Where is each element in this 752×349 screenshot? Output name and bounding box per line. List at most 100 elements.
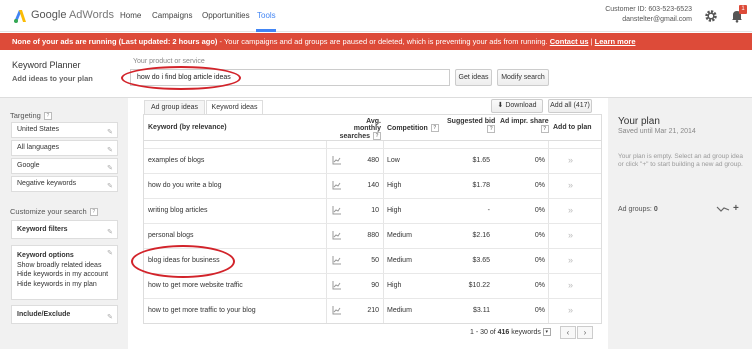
avg-searches: 50	[371, 257, 379, 264]
add-to-plan-icon[interactable]: »	[568, 305, 573, 315]
add-to-plan-icon[interactable]: »	[568, 205, 573, 215]
alert-text: - Your campaigns and ad groups are pause…	[217, 37, 548, 46]
avg-searches: 480	[367, 157, 379, 164]
competition: High	[387, 207, 402, 214]
suggested-bid: $1.78	[472, 182, 490, 189]
prev-page-button[interactable]: ‹	[560, 326, 576, 339]
trend-icon[interactable]	[716, 205, 730, 213]
col-keyword[interactable]: Keyword (by relevance)	[148, 124, 227, 131]
get-ideas-button[interactable]: Get ideas	[455, 69, 492, 86]
pencil-icon[interactable]: ✎	[107, 126, 113, 140]
include-exclude[interactable]: Include/Exclude ✎	[11, 305, 118, 324]
trend-chart-icon[interactable]	[332, 255, 342, 265]
keyword-text[interactable]: how to get more website traffic	[148, 282, 243, 289]
trend-chart-icon[interactable]	[332, 305, 342, 315]
suggested-bid: $2.16	[472, 232, 490, 239]
keyword-text[interactable]: examples of blogs	[148, 157, 204, 164]
gear-icon[interactable]	[704, 9, 718, 23]
tab-keyword-ideas[interactable]: Keyword ideas	[206, 100, 263, 115]
chevron-right-icon: ›	[583, 328, 587, 337]
pencil-icon[interactable]: ✎	[107, 224, 113, 241]
highlight-circle	[131, 245, 235, 278]
help-icon[interactable]: ?	[373, 132, 381, 140]
add-to-plan-icon[interactable]: »	[568, 230, 573, 240]
nav-tools[interactable]: Tools	[257, 11, 276, 20]
help-icon[interactable]: ?	[430, 124, 439, 132]
pencil-icon[interactable]: ✎	[107, 309, 113, 326]
page-title: Keyword Planner	[12, 60, 81, 70]
nav-home[interactable]: Home	[120, 11, 141, 20]
plan-empty-message: Your plan is empty. Select an ad group i…	[618, 153, 744, 168]
table-row: writing blog articles 10 High - 0% »	[144, 198, 601, 223]
download-button[interactable]: ⬇ Download	[491, 99, 543, 113]
add-to-plan-icon[interactable]: »	[568, 155, 573, 165]
ad-impr-share: 0%	[534, 232, 545, 239]
product-label: Your product or service	[133, 58, 205, 65]
trend-chart-icon[interactable]	[332, 230, 342, 240]
add-all-button[interactable]: Add all (417)	[548, 99, 592, 113]
header-divider	[144, 140, 601, 141]
col-add-to-plan: Add to plan	[553, 124, 592, 131]
keyword-text[interactable]: writing blog articles	[148, 207, 208, 214]
help-icon[interactable]: ?	[540, 125, 549, 133]
brand-name: Google AdWords	[31, 9, 114, 21]
nav-opportunities[interactable]: Opportunities	[202, 11, 250, 20]
pencil-icon[interactable]: ✎	[107, 249, 113, 259]
alert-banner: None of your ads are running (Last updat…	[0, 33, 752, 50]
keyword-options[interactable]: Keyword options Show broadly related ide…	[11, 245, 118, 300]
keyword-text[interactable]: how do you write a blog	[148, 182, 222, 189]
adwords-logo-icon	[14, 10, 26, 23]
help-icon[interactable]: ?	[43, 112, 52, 121]
add-to-plan-icon[interactable]: »	[568, 255, 573, 265]
add-to-plan-icon[interactable]: »	[568, 180, 573, 190]
col-suggested-bid[interactable]: Suggested bid?	[447, 118, 496, 133]
keyword-filters[interactable]: Keyword filters ✎	[11, 220, 118, 239]
keyword-options-title: Keyword options	[17, 252, 74, 259]
add-to-plan-icon[interactable]: »	[568, 280, 573, 290]
col-ad-impr-share[interactable]: Ad impr. share?	[500, 118, 549, 133]
ad-impr-share: 0%	[534, 182, 545, 189]
competition: Medium	[387, 307, 412, 314]
competition: Low	[387, 157, 400, 164]
target-language[interactable]: All languages ✎	[11, 140, 118, 156]
keyword-option-item: Show broadly related ideas	[17, 261, 102, 269]
help-icon[interactable]: ?	[89, 208, 98, 217]
plan-panel	[608, 98, 752, 349]
ad-impr-share: 0%	[534, 157, 545, 164]
nav-campaigns[interactable]: Campaigns	[152, 11, 192, 20]
tab-ad-group-ideas[interactable]: Ad group ideas	[144, 100, 205, 115]
next-page-button[interactable]: ›	[577, 326, 593, 339]
learn-more-link[interactable]: Learn more	[595, 37, 636, 46]
trend-chart-icon[interactable]	[332, 280, 342, 290]
pencil-icon[interactable]: ✎	[107, 180, 113, 194]
account-email[interactable]: danstelter@gmail.com	[622, 16, 692, 23]
target-location[interactable]: United States ✎	[11, 122, 118, 138]
modify-search-button[interactable]: Modify search	[497, 69, 549, 86]
keyword-option-item: Hide keywords in my plan	[17, 280, 97, 288]
trend-chart-icon[interactable]	[332, 180, 342, 190]
target-network[interactable]: Google ✎	[11, 158, 118, 174]
keyword-text[interactable]: personal blogs	[148, 232, 194, 239]
trend-chart-icon[interactable]	[332, 205, 342, 215]
customer-id: Customer ID: 603-523-6523	[605, 6, 692, 13]
target-negative-keywords[interactable]: Negative keywords ✎	[11, 176, 118, 192]
table-row: examples of blogs 480 Low $1.65 0% »	[144, 148, 601, 173]
add-ad-group-button[interactable]: +	[733, 203, 739, 214]
ad-impr-share: 0%	[534, 207, 545, 214]
col-competition[interactable]: Competition?	[387, 124, 439, 132]
pencil-icon[interactable]: ✎	[107, 144, 113, 158]
col-avg-searches[interactable]: Avg. monthly searches?	[339, 118, 381, 140]
ad-impr-share: 0%	[534, 282, 545, 289]
contact-us-link[interactable]: Contact us	[550, 37, 589, 46]
help-icon[interactable]: ?	[487, 125, 496, 133]
suggested-bid: $3.11	[473, 307, 490, 314]
page-size-dropdown[interactable]: ▾	[542, 328, 551, 336]
suggested-bid: $3.65	[472, 257, 490, 264]
table-row: how to get more traffic to your blog 210 M…	[144, 298, 601, 323]
plan-title: Your plan	[618, 116, 660, 127]
pencil-icon[interactable]: ✎	[107, 162, 113, 176]
suggested-bid: $10.22	[468, 282, 490, 289]
keyword-text[interactable]: how to get more traffic to your blog	[148, 307, 256, 314]
avg-searches: 210	[367, 307, 379, 314]
trend-chart-icon[interactable]	[332, 155, 342, 165]
